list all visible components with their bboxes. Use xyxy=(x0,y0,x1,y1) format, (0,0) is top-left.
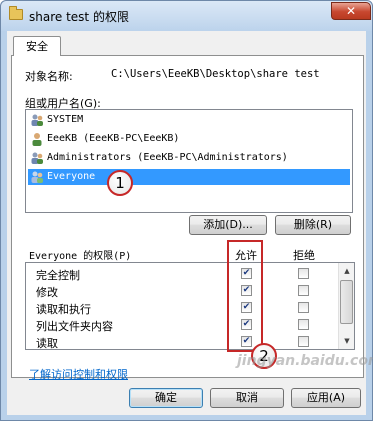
ok-button[interactable]: 确定 xyxy=(129,388,203,408)
annotation-highlight-box xyxy=(227,240,263,352)
close-button[interactable]: ✕ xyxy=(331,2,371,20)
permissions-scrollbar[interactable]: ▲ ▼ xyxy=(338,263,354,349)
annotation-callout-1: 1 xyxy=(107,170,133,196)
permission-row: 列出文件夹内容 ✔ xyxy=(26,317,338,334)
deny-checkbox[interactable] xyxy=(298,302,309,313)
group-icon xyxy=(31,171,43,183)
permissions-list: 完全控制 ✔ 修改 ✔ 读取和执行 ✔ 列出文件夹内容 ✔ 读取 ✔ ▲ ▼ xyxy=(25,262,355,350)
list-item-label: Everyone xyxy=(47,171,96,182)
list-item-label: EeeKB (EeeKB-PC\EeeKB) xyxy=(47,133,180,144)
remove-button[interactable]: 删除(R) xyxy=(275,215,351,235)
watermark: jingyan.baidu.com xyxy=(237,353,373,369)
permission-name: 读取 xyxy=(36,337,58,350)
group-icon xyxy=(31,152,43,164)
scroll-up-arrow-icon[interactable]: ▲ xyxy=(342,266,352,276)
permissions-dialog: share test 的权限 ✕ 安全 对象名称: C:\Users\EeeKB… xyxy=(0,0,373,421)
list-item-eeekb[interactable]: EeeKB (EeeKB-PC\EeeKB) xyxy=(28,131,350,147)
permission-row: 读取和执行 ✔ xyxy=(26,300,338,317)
permission-name: 完全控制 xyxy=(36,269,80,282)
deny-checkbox[interactable] xyxy=(298,336,309,347)
permission-name: 列出文件夹内容 xyxy=(36,320,113,333)
list-item-label: Administrators (EeeKB-PC\Administrators) xyxy=(47,152,288,163)
group-user-list[interactable]: SYSTEM EeeKB (EeeKB-PC\EeeKB) Administra… xyxy=(25,109,353,213)
list-item-administrators[interactable]: Administrators (EeeKB-PC\Administrators) xyxy=(28,150,350,166)
learn-access-control-link[interactable]: 了解访问控制和权限 xyxy=(29,366,128,382)
title-bar: share test 的权限 ✕ xyxy=(1,1,372,31)
permission-row: 读取 ✔ xyxy=(26,334,338,350)
group-icon xyxy=(31,114,43,126)
deny-checkbox[interactable] xyxy=(298,285,309,296)
list-item-label: SYSTEM xyxy=(47,114,84,125)
deny-checkbox[interactable] xyxy=(298,268,309,279)
user-icon xyxy=(32,133,42,146)
permission-row: 完全控制 ✔ xyxy=(26,266,338,283)
add-button[interactable]: 添加(D)... xyxy=(189,215,267,235)
deny-column-header: 拒绝 xyxy=(293,249,315,262)
scroll-down-arrow-icon[interactable]: ▼ xyxy=(342,336,352,346)
window-title: share test 的权限 xyxy=(29,10,129,24)
folder-icon xyxy=(9,6,23,20)
list-item-everyone[interactable]: Everyone xyxy=(28,169,350,185)
deny-checkbox[interactable] xyxy=(298,319,309,330)
permission-name: 修改 xyxy=(36,286,58,299)
object-name-label: 对象名称: xyxy=(25,70,73,83)
permissions-label: Everyone 的权限(P) xyxy=(29,251,132,262)
object-path: C:\Users\EeeKB\Desktop\share test xyxy=(111,68,320,80)
tab-security[interactable]: 安全 xyxy=(13,36,61,56)
permission-row: 修改 ✔ xyxy=(26,283,338,300)
list-item-system[interactable]: SYSTEM xyxy=(28,112,350,128)
scrollbar-thumb[interactable] xyxy=(340,280,353,324)
permission-name: 读取和执行 xyxy=(36,303,91,316)
